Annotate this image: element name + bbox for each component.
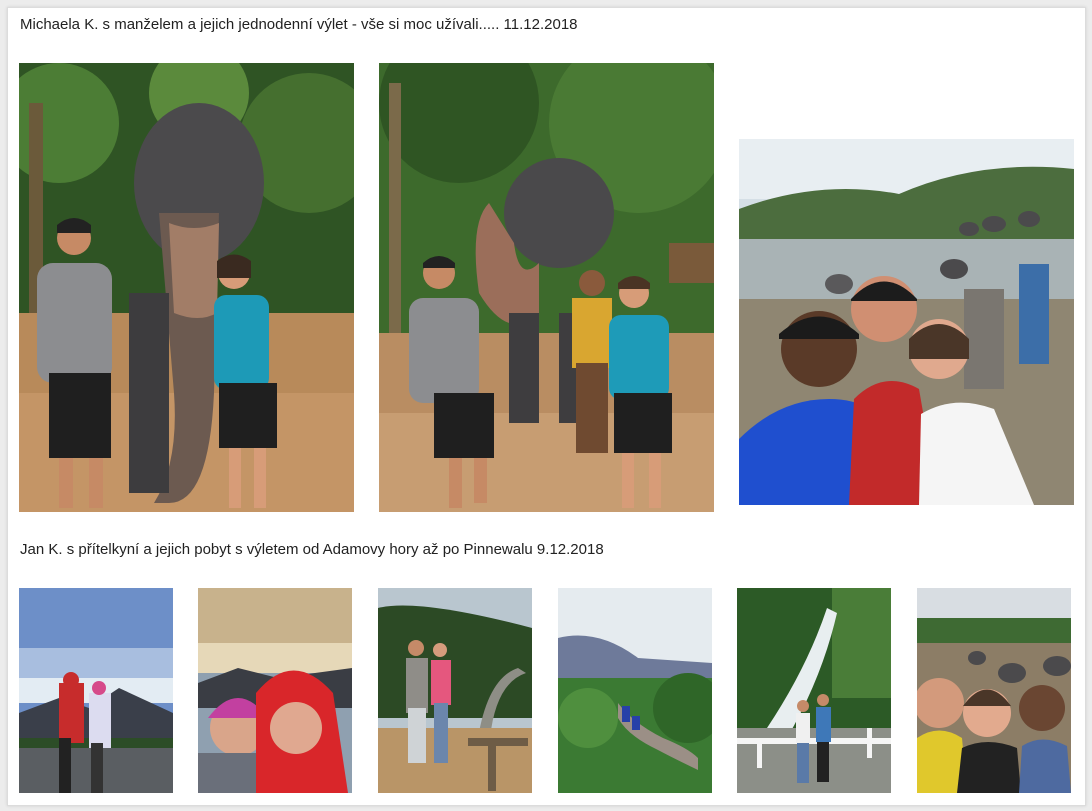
section-caption-2: Jan K. s přítelkyní a jejich pobyt s výl… — [20, 541, 604, 558]
gallery-photo-elephant-1[interactable] — [19, 63, 354, 512]
gallery-photo-elephant-2[interactable] — [379, 63, 714, 512]
gallery-thumb-waterfall[interactable] — [737, 588, 891, 793]
gallery-thumb-mountain[interactable] — [19, 588, 173, 793]
gallery-card: Michaela K. s manželem a jejich jednoden… — [7, 7, 1086, 806]
gallery-thumb-viewpoint[interactable] — [378, 588, 532, 793]
gallery-thumb-train-bridge[interactable] — [558, 588, 712, 793]
section-caption-1: Michaela K. s manželem a jejich jednoden… — [20, 16, 578, 33]
gallery-thumb-elephant-selfie[interactable] — [917, 588, 1071, 793]
gallery-thumb-hood-selfie[interactable] — [198, 588, 352, 793]
gallery-photo-river-selfie[interactable] — [739, 139, 1074, 505]
